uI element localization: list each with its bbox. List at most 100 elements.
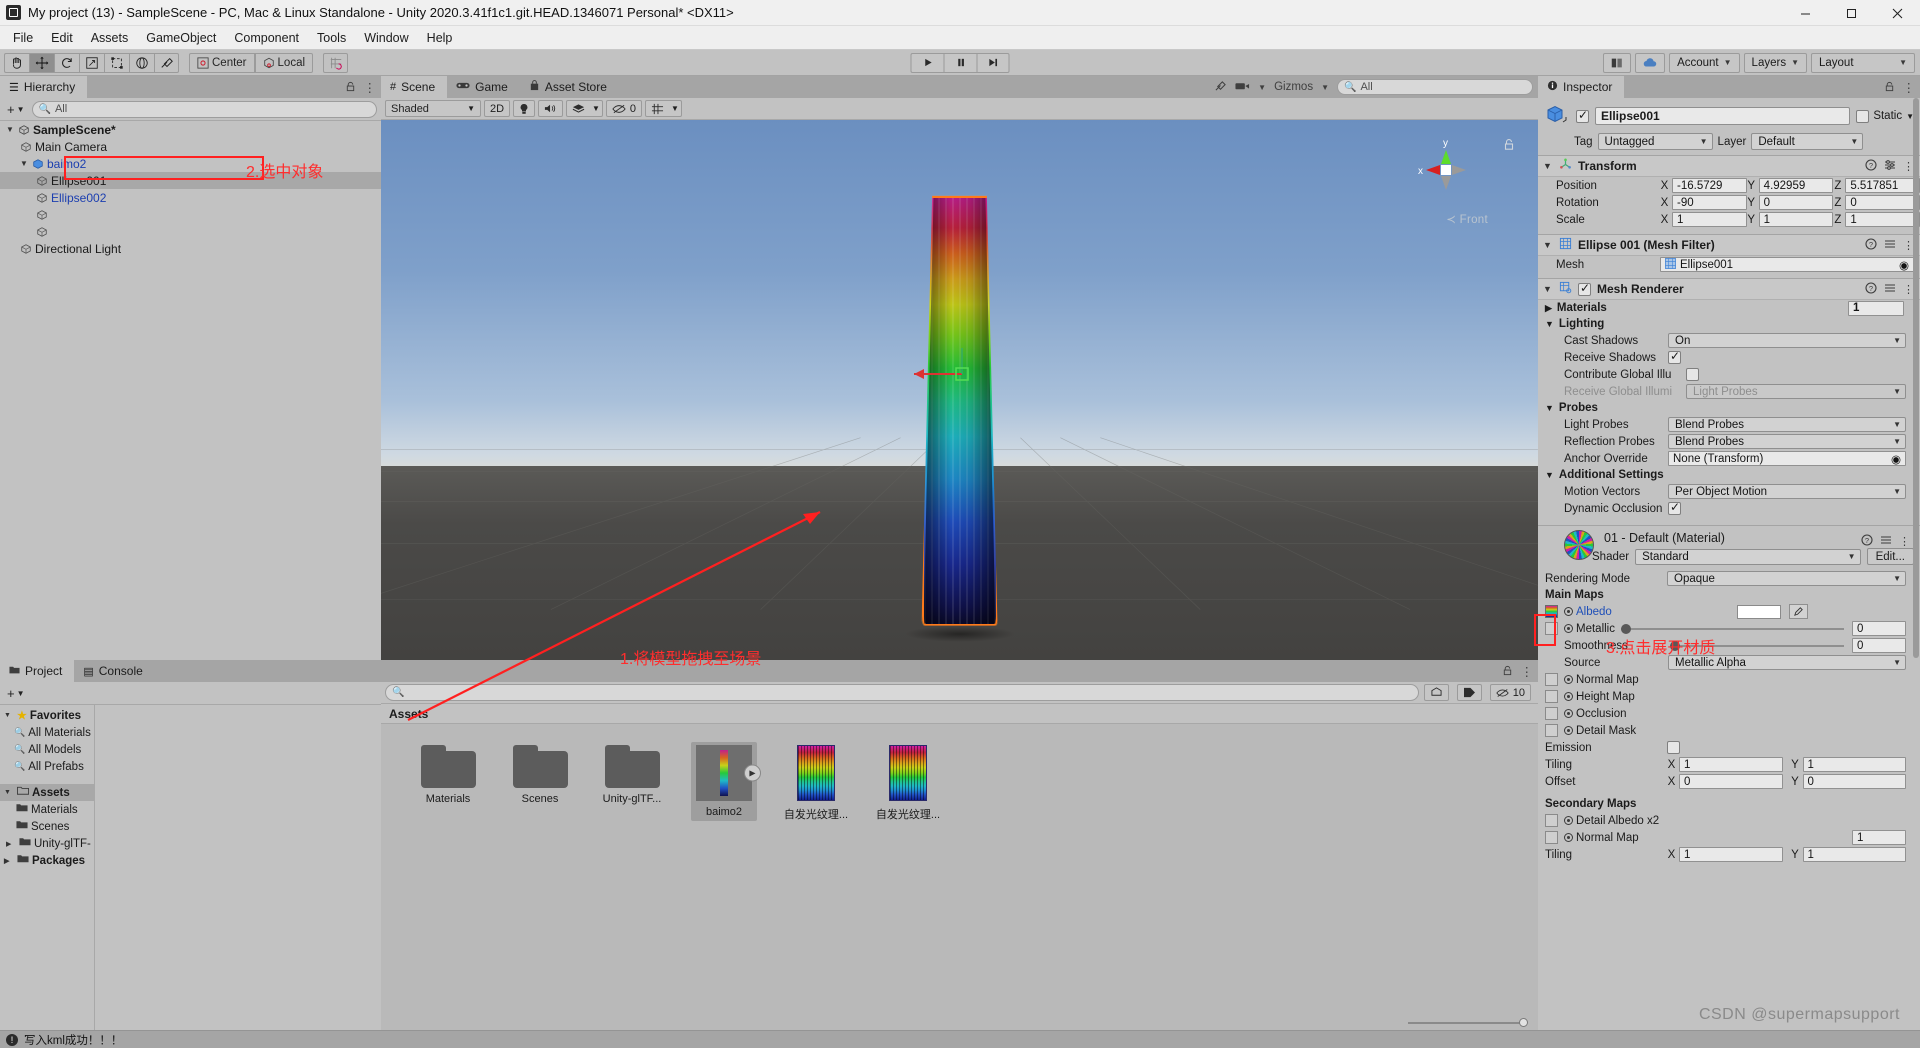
project-tree-all-materials[interactable]: 🔍 All Materials <box>0 724 94 741</box>
pivot-space-button[interactable]: Local <box>255 53 314 73</box>
static-toggle-group[interactable]: Static ▼ <box>1856 110 1914 123</box>
draw-mode-dropdown[interactable]: Shaded ▼ <box>385 100 481 117</box>
scene-visibility-toggle[interactable]: 0 <box>606 100 642 117</box>
tab-asset-store[interactable]: Asset Store <box>520 76 619 98</box>
project-tree[interactable]: ▼ ★ Favorites 🔍 All Materials 🔍 All Mode… <box>0 705 95 1030</box>
asset-item-baimo2[interactable]: ▶ baimo2 <box>691 742 757 821</box>
probes-section[interactable]: ▼ Probes <box>1538 400 1920 416</box>
foldout-icon[interactable]: ▼ <box>4 789 14 796</box>
project-tree-favorites[interactable]: ▼ ★ Favorites <box>0 707 94 724</box>
position-x-input[interactable]: -16.5729 <box>1672 178 1747 193</box>
hierarchy-row-ellipse002[interactable]: Ellipse002 <box>0 189 381 206</box>
detail-albedo-label-group[interactable]: Detail Albedo x2 <box>1564 815 1659 827</box>
receive-shadows-checkbox[interactable] <box>1668 351 1681 364</box>
scene-fx-toggle[interactable]: ▼ <box>566 100 603 117</box>
scale-tool-button[interactable] <box>79 53 104 73</box>
hierarchy-row-unnamed-2[interactable] <box>0 223 381 240</box>
foldout-icon[interactable]: ▼ <box>4 712 14 719</box>
inspector-menu-icon[interactable]: ⋮ <box>1903 80 1916 95</box>
cloud-icon[interactable] <box>1635 53 1665 73</box>
inspector-scrollbar[interactable] <box>1911 98 1919 1030</box>
collab-icon[interactable] <box>1603 53 1631 73</box>
pivot-mode-button[interactable]: Center <box>189 53 255 73</box>
detail-mask-label-group[interactable]: Detail Mask <box>1564 725 1636 737</box>
project-tree-packages[interactable]: ▶ Packages <box>0 852 94 869</box>
menu-file[interactable]: File <box>4 28 42 48</box>
mesh-renderer-enabled-checkbox[interactable] <box>1578 283 1591 296</box>
occlusion-label-group[interactable]: Occlusion <box>1564 708 1627 720</box>
help-icon[interactable]: ? <box>1861 534 1873 549</box>
hierarchy-row-main-camera[interactable]: Main Camera <box>0 138 381 155</box>
smoothness-slider[interactable] <box>1670 640 1844 652</box>
hand-tool-button[interactable] <box>4 53 29 73</box>
tab-hierarchy[interactable]: ☰ Hierarchy <box>0 76 87 98</box>
project-tree-all-models[interactable]: 🔍 All Models <box>0 741 94 758</box>
height-map-label-group[interactable]: Height Map <box>1564 691 1635 703</box>
rect-tool-button[interactable] <box>104 53 129 73</box>
emission-checkbox[interactable] <box>1667 741 1680 754</box>
position-y-input[interactable]: 4.92959 <box>1759 178 1834 193</box>
menu-window[interactable]: Window <box>355 28 417 48</box>
lock-open-icon[interactable] <box>1502 665 1513 679</box>
project-tree-unity-gltf[interactable]: ▶ Unity-glTF- <box>0 835 94 852</box>
hierarchy-row-samplescene[interactable]: ▼ SampleScene* <box>0 121 381 138</box>
detail-mask-texture-slot[interactable] <box>1545 724 1558 737</box>
project-tree-all-prefabs[interactable]: 🔍 All Prefabs <box>0 758 94 775</box>
scale-z-input[interactable]: 1 <box>1845 212 1920 227</box>
menu-edit[interactable]: Edit <box>42 28 82 48</box>
move-tool-button[interactable] <box>29 53 54 73</box>
tiling-x-input[interactable]: 1 <box>1679 757 1783 772</box>
account-button[interactable]: Account ▼ <box>1669 53 1739 73</box>
hierarchy-row-baimo2[interactable]: ▼ baimo2 <box>0 155 381 172</box>
tab-game[interactable]: Game <box>447 76 520 98</box>
lock-open-icon[interactable] <box>345 81 356 95</box>
hierarchy-row-directional-light[interactable]: Directional Light <box>0 240 381 257</box>
dynamic-occlusion-checkbox[interactable] <box>1668 502 1681 515</box>
foldout-icon[interactable]: ▼ <box>1543 240 1553 250</box>
source-dropdown[interactable]: Metallic Alpha ▼ <box>1668 655 1906 670</box>
help-icon[interactable]: ? <box>1865 159 1877 174</box>
project-menu-icon[interactable]: ⋮ <box>1521 664 1534 679</box>
preset-icon[interactable] <box>1880 534 1892 549</box>
scene-view-axis-gizmo[interactable]: y x <box>1410 134 1482 206</box>
metallic-value-input[interactable]: 0 <box>1852 621 1906 636</box>
rendering-mode-dropdown[interactable]: Opaque ▼ <box>1667 571 1906 586</box>
hierarchy-search-input[interactable]: 🔍 All <box>32 101 377 118</box>
normal-map-label-group[interactable]: Normal Map <box>1564 674 1639 686</box>
motion-vectors-dropdown[interactable]: Per Object Motion ▼ <box>1668 484 1906 499</box>
chevron-down-icon[interactable]: ▼ <box>1321 83 1329 92</box>
static-checkbox[interactable] <box>1856 110 1869 123</box>
project-filter-type-button[interactable]: 10 <box>1490 684 1531 701</box>
shader-edit-button[interactable]: Edit... <box>1867 548 1914 565</box>
mesh-object-field[interactable]: Ellipse001 ◉ <box>1660 257 1914 272</box>
albedo-texture-thumbnail[interactable] <box>1545 605 1558 618</box>
scene-grid-toggle[interactable]: ▼ <box>645 100 682 117</box>
menu-gameobject[interactable]: GameObject <box>137 28 225 48</box>
light-probes-dropdown[interactable]: Blend Probes ▼ <box>1668 417 1906 432</box>
asset-item-unity-gltf[interactable]: Unity-glTF... <box>599 742 665 808</box>
asset-item-texture-1[interactable]: 自发光纹理... <box>783 742 849 825</box>
layer-dropdown[interactable]: Default ▼ <box>1751 133 1863 150</box>
contribute-gi-checkbox[interactable] <box>1686 368 1699 381</box>
secondary-normal-texture-slot[interactable] <box>1545 831 1558 844</box>
smoothness-value-input[interactable]: 0 <box>1852 638 1906 653</box>
rotation-x-input[interactable]: -90 <box>1672 195 1747 210</box>
preset-icon[interactable] <box>1884 282 1896 297</box>
layout-button[interactable]: Layout ▼ <box>1811 53 1915 73</box>
close-button[interactable] <box>1874 0 1920 26</box>
inspector-scroll-area[interactable]: Ellipse001 Static ▼ Tag Untagged ▼ <box>1538 98 1920 1030</box>
asset-item-scenes[interactable]: Scenes <box>507 742 573 808</box>
foldout-icon[interactable]: ▶ <box>6 840 16 848</box>
component-menu-icon[interactable]: ⋮ <box>1899 535 1910 548</box>
maximize-button[interactable] <box>1828 0 1874 26</box>
metallic-label-group[interactable]: Metallic <box>1564 623 1615 635</box>
reflection-probes-dropdown[interactable]: Blend Probes ▼ <box>1668 434 1906 449</box>
hierarchy-tree[interactable]: ▼ SampleScene* Main Camera ▼ <box>0 121 381 660</box>
tab-inspector[interactable]: Inspector <box>1538 76 1624 98</box>
cast-shadows-dropdown[interactable]: On ▼ <box>1668 333 1906 348</box>
transform-tool-button[interactable] <box>129 53 154 73</box>
hierarchy-menu-icon[interactable]: ⋮ <box>364 80 377 95</box>
step-button[interactable] <box>977 53 1010 73</box>
asset-item-materials[interactable]: Materials <box>415 742 481 808</box>
mesh-filter-header[interactable]: ▼ Ellipse 001 (Mesh Filter) ? <box>1538 235 1920 256</box>
